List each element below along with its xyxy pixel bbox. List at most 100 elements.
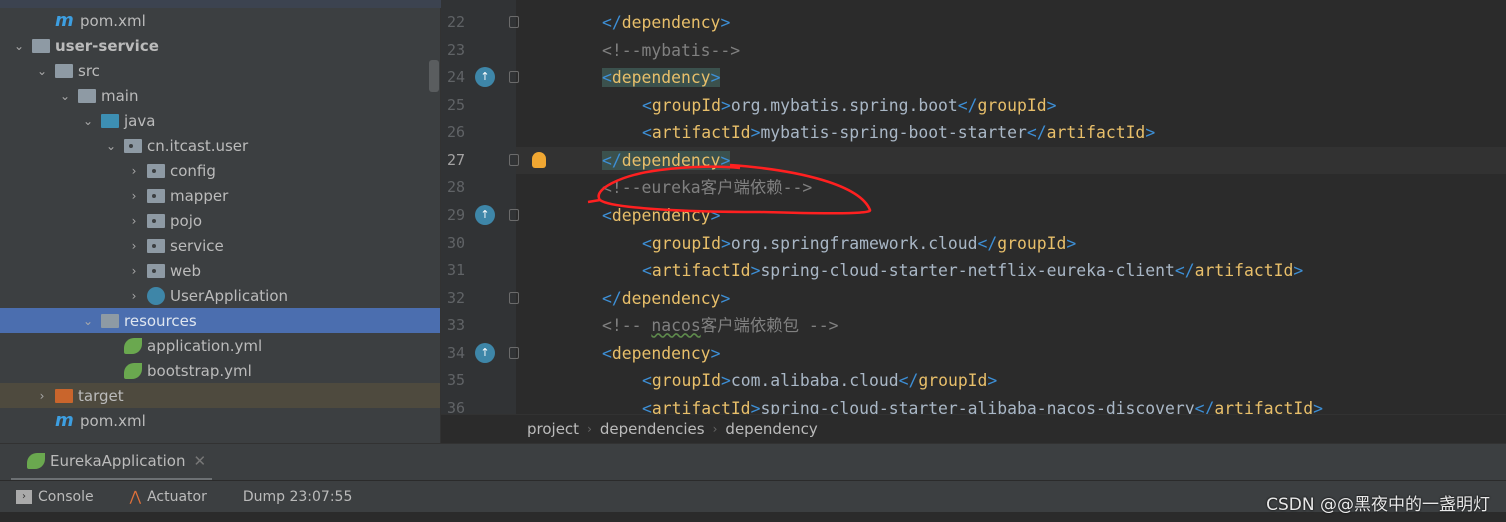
- tree-item[interactable]: › target: [0, 383, 440, 408]
- tree-scrollbar[interactable]: [429, 60, 439, 92]
- tree-item[interactable]: ⌄ user-service: [0, 33, 440, 58]
- tree-item[interactable]: ⌄ cn.itcast.user: [0, 133, 440, 158]
- fold-marker-icon[interactable]: [509, 208, 519, 221]
- code-token: </: [957, 95, 978, 115]
- chevron-right-icon[interactable]: ›: [127, 164, 141, 178]
- chevron-down-icon[interactable]: ⌄: [12, 39, 26, 53]
- code-line[interactable]: <dependency>: [602, 202, 720, 229]
- breadcrumb-dependency[interactable]: dependency: [725, 420, 817, 438]
- code-token: >: [1313, 398, 1323, 414]
- code-token: </: [898, 371, 919, 391]
- code-token: 客户端依赖包 -->: [700, 316, 839, 336]
- package-icon: [147, 163, 165, 178]
- fold-marker-icon[interactable]: [509, 71, 519, 84]
- line-number: 24: [447, 68, 466, 87]
- chevron-down-icon[interactable]: ⌄: [35, 64, 49, 78]
- code-line[interactable]: <!--eureka客户端依赖-->: [602, 174, 812, 201]
- actuator-tab[interactable]: ⋀ Actuator: [130, 489, 207, 505]
- code-token: artifactId: [1194, 261, 1294, 281]
- fold-marker-icon[interactable]: [509, 346, 519, 359]
- tree-item[interactable]: ⌄ resources: [0, 308, 440, 333]
- maven-icon: m: [55, 410, 74, 431]
- code-token: org.mybatis.spring.boot: [730, 95, 958, 115]
- line-number: 35: [447, 371, 466, 390]
- code-token: artifactId: [651, 398, 751, 414]
- chevron-right-icon[interactable]: ›: [127, 239, 141, 253]
- override-gutter-icon[interactable]: ↑: [475, 342, 495, 363]
- breadcrumb-dependencies[interactable]: dependencies: [600, 420, 705, 438]
- code-token: >: [710, 343, 721, 363]
- code-line[interactable]: <artifactId>spring-cloud-starter-alibaba…: [642, 395, 1323, 414]
- tree-item[interactable]: › UserApplication: [0, 283, 440, 308]
- code-line[interactable]: <artifactId>spring-cloud-starter-netflix…: [642, 257, 1303, 284]
- code-token: dependency: [611, 343, 711, 363]
- tree-item-label: pom.xml: [80, 411, 146, 430]
- folder-icon: [55, 63, 73, 78]
- code-line[interactable]: </dependency>: [602, 285, 730, 312]
- tree-item[interactable]: m pom.xml: [0, 408, 440, 433]
- code-token: <: [642, 233, 652, 253]
- code-line[interactable]: <artifactId>mybatis-spring-boot-starter<…: [642, 119, 1155, 146]
- tree-item-label: service: [170, 236, 224, 255]
- run-tab-eureka-application[interactable]: EurekaApplication ✕: [11, 444, 213, 481]
- code-token: artifactId: [651, 123, 751, 143]
- code-token: org.springframework.cloud: [730, 233, 978, 253]
- tree-item[interactable]: bootstrap.yml: [0, 358, 440, 383]
- line-number: 28: [447, 178, 466, 197]
- code-line[interactable]: </dependency>: [602, 9, 730, 36]
- code-line[interactable]: <dependency>: [602, 64, 721, 91]
- fold-marker-icon[interactable]: [509, 153, 519, 166]
- tree-item[interactable]: m pom.xml: [0, 8, 440, 33]
- console-tab[interactable]: › Console: [16, 489, 94, 505]
- line-number: 31: [447, 261, 466, 280]
- chevron-down-icon[interactable]: ⌄: [81, 114, 95, 128]
- chevron-down-icon[interactable]: ⌄: [58, 89, 72, 103]
- code-token: <!--: [602, 316, 652, 336]
- tree-item[interactable]: ⌄ main: [0, 83, 440, 108]
- spring-boot-app-icon: [27, 453, 45, 469]
- code-line[interactable]: <groupId>org.mybatis.spring.boot</groupI…: [642, 92, 1057, 119]
- code-line[interactable]: <dependency>: [602, 340, 720, 367]
- fold-marker-icon[interactable]: [509, 291, 519, 304]
- chevron-down-icon[interactable]: ⌄: [104, 139, 118, 153]
- override-gutter-icon[interactable]: ↑: [475, 204, 495, 225]
- code-line[interactable]: <groupId>com.alibaba.cloud</groupId>: [642, 367, 997, 394]
- tree-item[interactable]: application.yml: [0, 333, 440, 358]
- chevron-down-icon[interactable]: ⌄: [81, 314, 95, 328]
- code-token: >: [720, 95, 731, 115]
- line-number: 29: [447, 205, 466, 224]
- chevron-right-icon[interactable]: ›: [127, 189, 141, 203]
- chevron-right-icon[interactable]: ›: [127, 289, 141, 303]
- code-line[interactable]: </dependency>: [602, 147, 731, 174]
- code-line[interactable]: <!-- nacos客户端依赖包 -->: [602, 312, 839, 339]
- chevron-right-icon[interactable]: ›: [127, 214, 141, 228]
- tree-item[interactable]: › web: [0, 258, 440, 283]
- line-number: 34: [447, 343, 466, 362]
- code-token: com.alibaba.cloud: [730, 371, 899, 391]
- line-number: 27: [447, 150, 466, 169]
- tree-item[interactable]: › mapper: [0, 183, 440, 208]
- tree-item[interactable]: ⌄ src: [0, 58, 440, 83]
- tree-item[interactable]: ⌄ java: [0, 108, 440, 133]
- override-gutter-icon[interactable]: ↑: [475, 67, 495, 88]
- code-line[interactable]: <groupId>org.springframework.cloud</grou…: [642, 230, 1076, 257]
- chevron-right-icon[interactable]: ›: [35, 389, 49, 403]
- code-token: >: [750, 398, 761, 414]
- line-number: 30: [447, 233, 466, 252]
- code-editor[interactable]: 22 </dependency> 23 <!--mybatis--> 24 ↑ <depen…: [441, 0, 1506, 414]
- breadcrumb-project[interactable]: project: [527, 420, 579, 438]
- close-icon[interactable]: ✕: [193, 452, 206, 470]
- tree-item[interactable]: › config: [0, 158, 440, 183]
- tree-item[interactable]: › pojo: [0, 208, 440, 233]
- tree-item[interactable]: › service: [0, 233, 440, 258]
- lightbulb-icon[interactable]: [532, 151, 546, 168]
- dump-label: Dump 23:07:55: [242, 488, 353, 505]
- package-icon: [147, 188, 165, 203]
- code-token: artifactId: [1046, 123, 1146, 143]
- dump-tab[interactable]: Dump 23:07:55: [243, 489, 353, 505]
- code-line[interactable]: <!--mybatis-->: [602, 37, 740, 64]
- fold-marker-icon[interactable]: [509, 16, 519, 28]
- chevron-right-icon[interactable]: ›: [127, 264, 141, 278]
- tree-item-label: pojo: [170, 211, 203, 230]
- spring-boot-app-icon: [147, 286, 165, 305]
